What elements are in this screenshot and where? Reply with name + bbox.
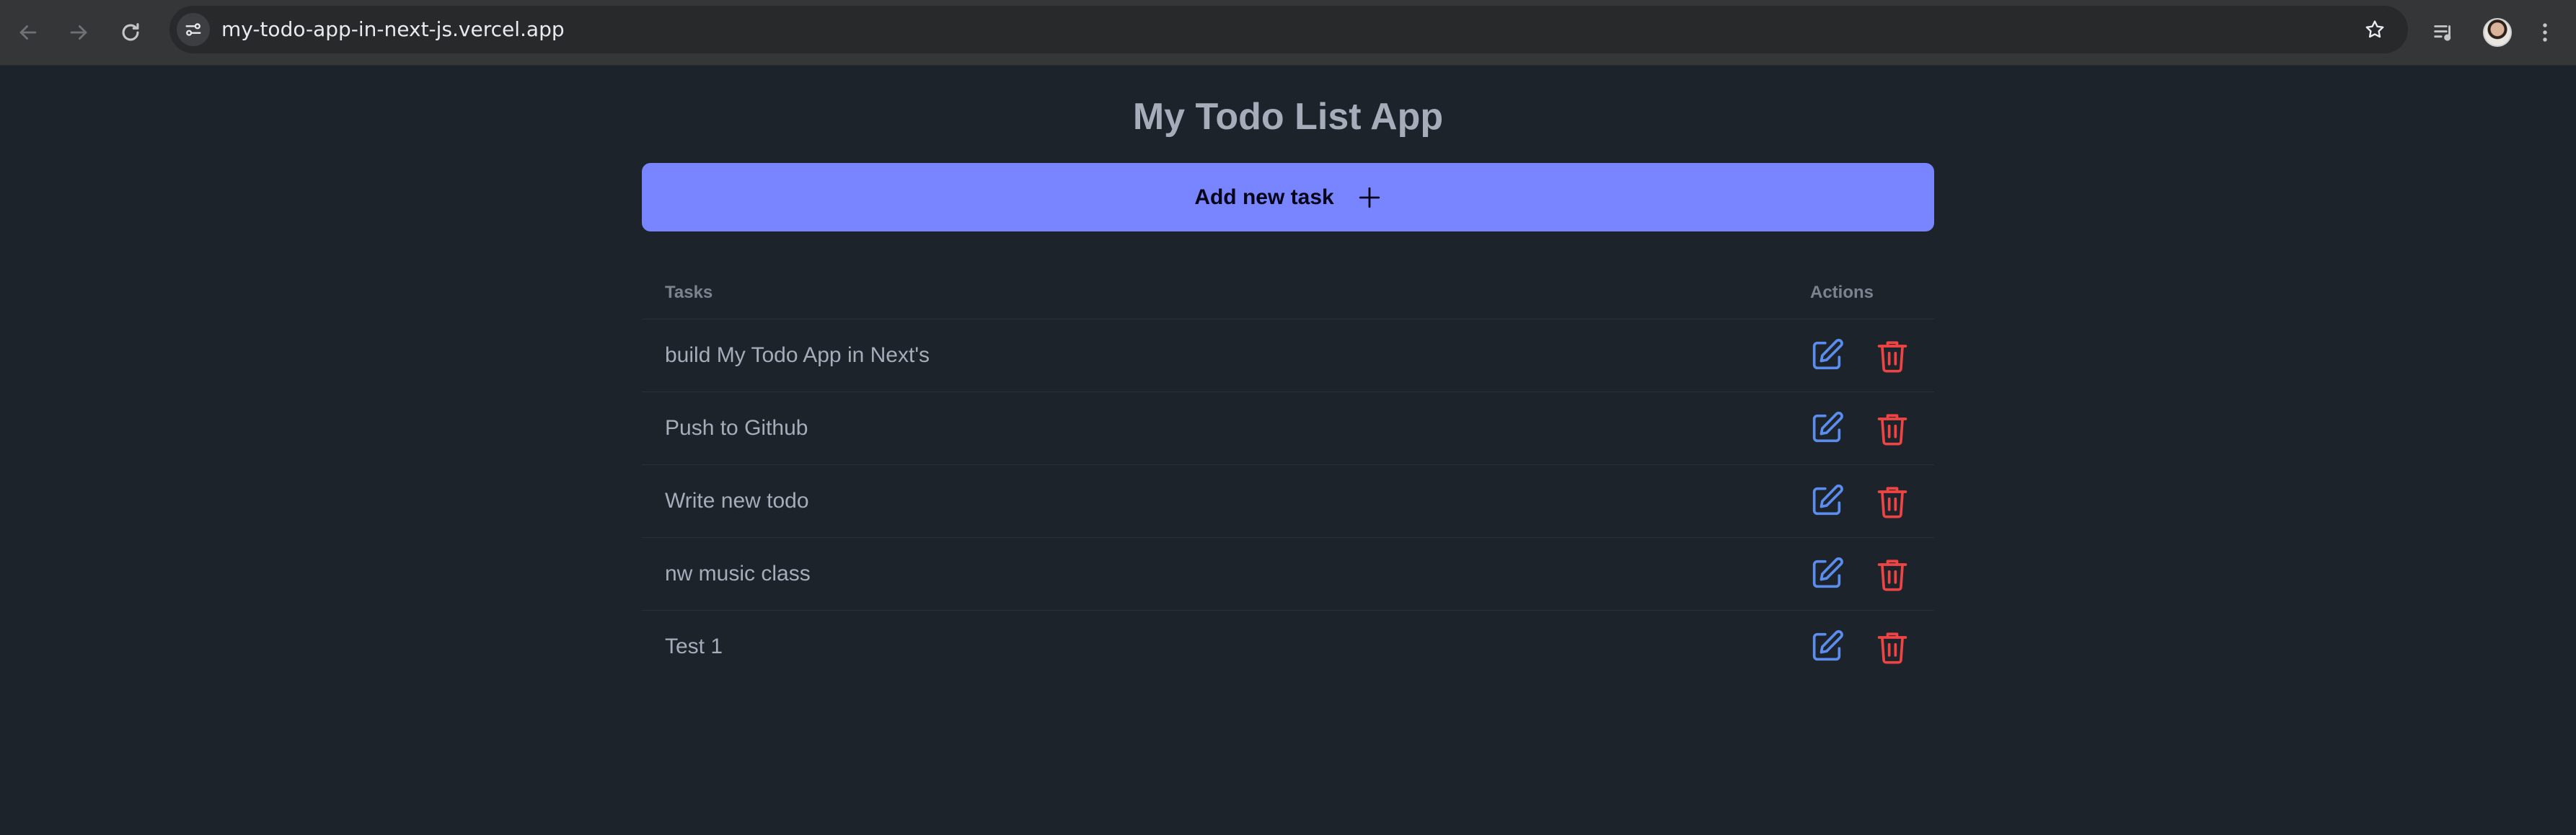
delete-task-button[interactable] bbox=[1874, 628, 1911, 666]
arrow-back-icon bbox=[19, 25, 37, 40]
trash-icon bbox=[1877, 341, 1907, 373]
url-text[interactable]: my-todo-app-in-next-js.vercel.app bbox=[221, 17, 565, 43]
media-control-icon bbox=[2434, 25, 2451, 41]
column-header-tasks: Tasks bbox=[665, 283, 713, 302]
arrow-forward-icon bbox=[70, 25, 87, 40]
edit-icon bbox=[1812, 338, 1843, 370]
add-task-label: Add new task bbox=[1194, 185, 1334, 209]
delete-task-button[interactable] bbox=[1874, 555, 1911, 593]
delete-task-button[interactable] bbox=[1874, 482, 1911, 520]
media-control-button[interactable] bbox=[2424, 13, 2463, 52]
tune-icon bbox=[185, 23, 201, 36]
trash-icon bbox=[1877, 414, 1907, 446]
table-row: Write new todo bbox=[642, 465, 1934, 538]
kebab-menu-icon bbox=[2543, 23, 2547, 42]
reload-button[interactable] bbox=[111, 13, 150, 52]
task-text: Push to Github bbox=[665, 416, 808, 440]
delete-task-button[interactable] bbox=[1874, 337, 1911, 374]
task-text: Write new todo bbox=[665, 489, 809, 513]
table-header: Tasks Actions bbox=[642, 267, 1934, 319]
edit-task-button[interactable] bbox=[1808, 555, 1845, 593]
bookmark-button[interactable] bbox=[2359, 14, 2391, 45]
plus-icon bbox=[1359, 187, 1380, 208]
delete-task-button[interactable] bbox=[1874, 410, 1911, 447]
edit-icon bbox=[1812, 411, 1843, 443]
avatar bbox=[2483, 18, 2512, 47]
trash-icon bbox=[1877, 560, 1907, 591]
edit-task-button[interactable] bbox=[1808, 628, 1845, 666]
task-text: build My Todo App in Next's bbox=[665, 343, 930, 367]
site-info-button[interactable] bbox=[177, 13, 210, 46]
star-icon bbox=[2365, 20, 2384, 38]
task-text: nw music class bbox=[665, 562, 811, 586]
trash-icon bbox=[1877, 632, 1907, 664]
table-row: nw music class bbox=[642, 538, 1934, 611]
column-header-actions: Actions bbox=[1810, 283, 1874, 302]
profile-button[interactable] bbox=[2478, 13, 2517, 52]
task-text: Test 1 bbox=[665, 635, 723, 658]
tasks-table: Tasks Actions build My Todo App in Next'… bbox=[642, 267, 1934, 683]
edit-icon bbox=[1812, 629, 1843, 661]
trash-icon bbox=[1877, 487, 1907, 518]
back-button[interactable] bbox=[9, 13, 48, 52]
edit-icon bbox=[1812, 557, 1843, 588]
table-row: Push to Github bbox=[642, 392, 1934, 465]
add-task-button[interactable]: Add new task bbox=[642, 163, 1934, 231]
browser-toolbar: my-todo-app-in-next-js.vercel.app bbox=[0, 0, 2576, 66]
table-row: Test 1 bbox=[642, 611, 1934, 683]
edit-task-button[interactable] bbox=[1808, 337, 1845, 374]
page-title: My Todo List App bbox=[1132, 96, 1444, 138]
forward-button[interactable] bbox=[59, 13, 98, 52]
reload-icon bbox=[122, 23, 139, 41]
table-row: build My Todo App in Next's bbox=[642, 319, 1934, 392]
edit-task-button[interactable] bbox=[1808, 410, 1845, 447]
edit-icon bbox=[1812, 484, 1843, 516]
address-bar[interactable]: my-todo-app-in-next-js.vercel.app bbox=[169, 6, 2408, 53]
edit-task-button[interactable] bbox=[1808, 482, 1845, 520]
browser-menu-button[interactable] bbox=[2526, 13, 2564, 52]
